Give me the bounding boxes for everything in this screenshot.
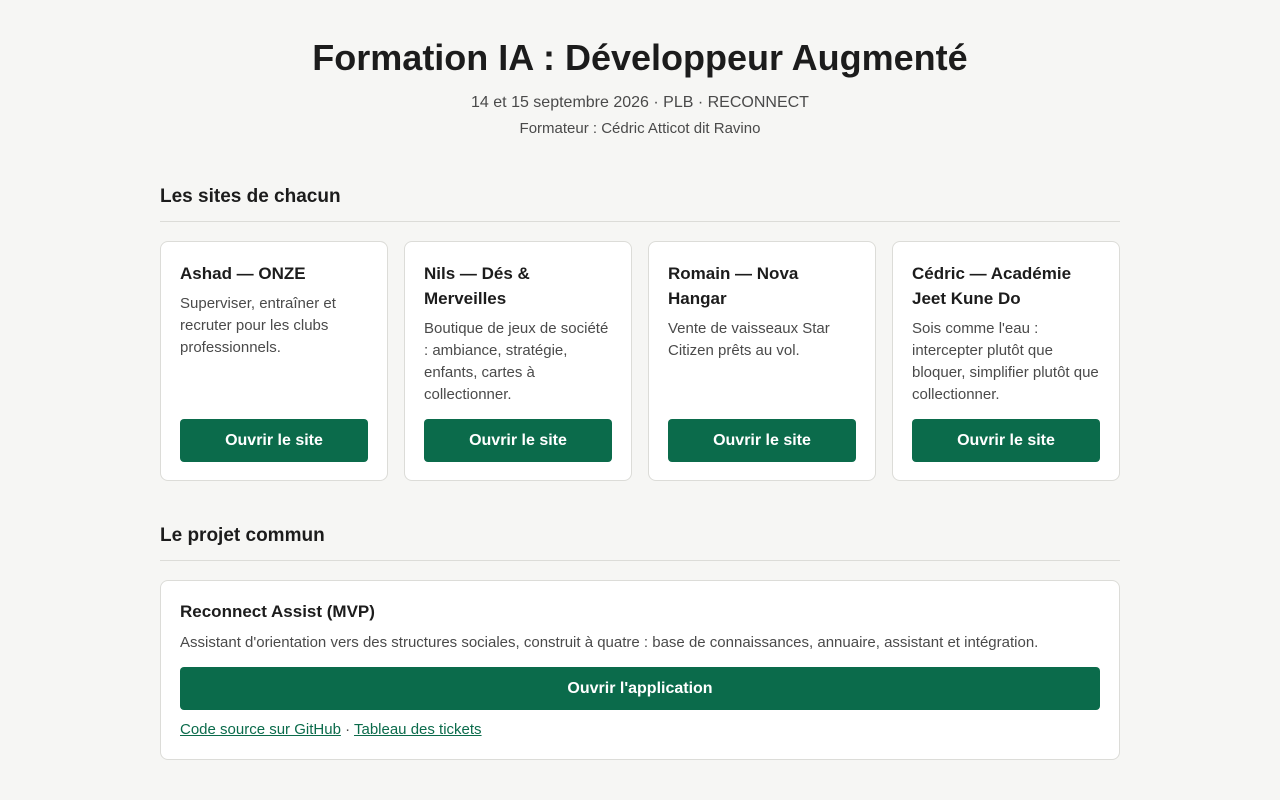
page-header: Formation IA : Développeur Augmenté 14 e… [160, 0, 1120, 139]
github-link[interactable]: Code source sur GitHub [180, 721, 341, 738]
sites-card-list: Ashad — ONZE Superviser, entraîner et re… [160, 241, 1120, 481]
page-title: Formation IA : Développeur Augmenté [312, 37, 968, 78]
site-card-title: Nils — Dés & Merveilles [424, 264, 530, 308]
open-application-button[interactable]: Ouvrir l'application [180, 667, 1100, 710]
trainer-info: Formateur : Cédric Atticot dit Ravino [519, 120, 761, 137]
sites-section-title: Les sites de chacun [160, 185, 1120, 222]
open-site-button-cedric[interactable]: Ouvrir le site [912, 419, 1100, 462]
project-section-title: Le projet commun [160, 524, 1120, 561]
site-card-nils: Nils — Dés & Merveilles Boutique de jeux… [404, 241, 632, 481]
site-card-romain: Romain — Nova Hangar Vente de vaisseaux … [648, 241, 876, 481]
site-card-ashad: Ashad — ONZE Superviser, entraîner et re… [160, 241, 388, 481]
project-section: Le projet commun Reconnect Assist (MVP) … [160, 524, 1120, 760]
open-site-button-ashad[interactable]: Ouvrir le site [180, 419, 368, 462]
open-site-button-romain[interactable]: Ouvrir le site [668, 419, 856, 462]
site-card-cedric: Cédric — Académie Jeet Kune Do Sois comm… [892, 241, 1120, 481]
project-links: Code source sur GitHub · Tableau des tic… [180, 720, 1100, 740]
page: Formation IA : Développeur Augmenté 14 e… [160, 0, 1120, 760]
link-separator: · [345, 721, 351, 738]
project-description: Assistant d'orientation vers des structu… [180, 634, 1039, 651]
event-meta: 14 et 15 septembre 2026 · PLB · RECONNEC… [471, 94, 809, 111]
site-card-description: Boutique de jeux de société : ambiance, … [424, 320, 609, 403]
site-card-description: Superviser, entraîner et recruter pour l… [180, 295, 336, 356]
site-card-description: Sois comme l'eau : intercepter plutôt qu… [912, 320, 1099, 403]
sites-section: Les sites de chacun Ashad — ONZE Supervi… [160, 185, 1120, 481]
tickets-link[interactable]: Tableau des tickets [354, 721, 482, 738]
site-card-title: Ashad — ONZE [180, 264, 306, 283]
open-site-button-nils[interactable]: Ouvrir le site [424, 419, 612, 462]
project-card: Reconnect Assist (MVP) Assistant d'orien… [160, 580, 1120, 760]
site-card-title: Romain — Nova Hangar [668, 264, 799, 308]
project-title: Reconnect Assist (MVP) [180, 602, 375, 621]
site-card-title: Cédric — Académie Jeet Kune Do [912, 264, 1072, 308]
site-card-description: Vente de vaisseaux Star Citizen prêts au… [668, 320, 830, 359]
